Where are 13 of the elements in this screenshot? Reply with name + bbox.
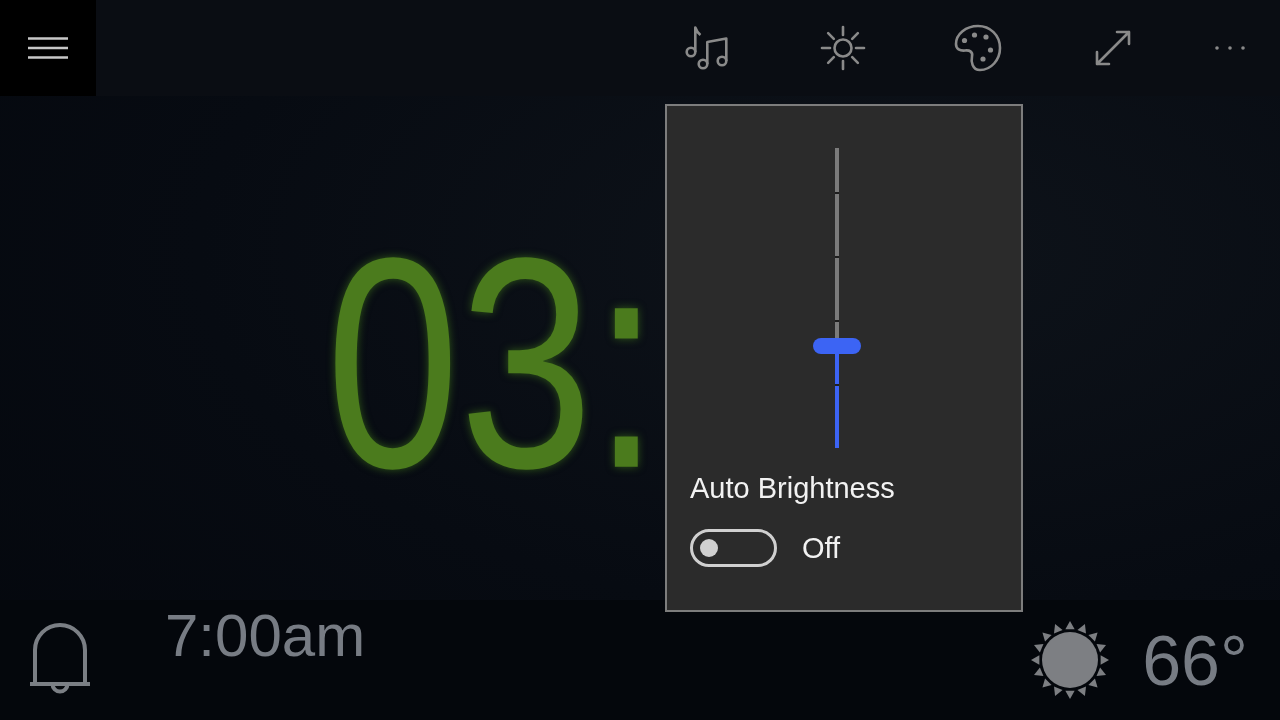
menu-button[interactable]: [0, 0, 96, 96]
menu-icon: [28, 37, 68, 59]
palette-icon[interactable]: [952, 23, 1003, 73]
auto-brightness-toggle[interactable]: [690, 529, 777, 567]
clock-digits: 03:: [326, 213, 660, 513]
more-icon[interactable]: [1214, 45, 1246, 51]
brightness-icon[interactable]: [818, 24, 867, 72]
alarm-time[interactable]: 7:00am: [165, 606, 366, 666]
temperature: 66°: [1142, 626, 1248, 696]
auto-brightness-label: Auto Brightness: [690, 471, 895, 506]
toggle-state-label: Off: [802, 530, 841, 566]
slider-thumb[interactable]: [813, 338, 861, 354]
sun-icon: [1030, 620, 1111, 700]
